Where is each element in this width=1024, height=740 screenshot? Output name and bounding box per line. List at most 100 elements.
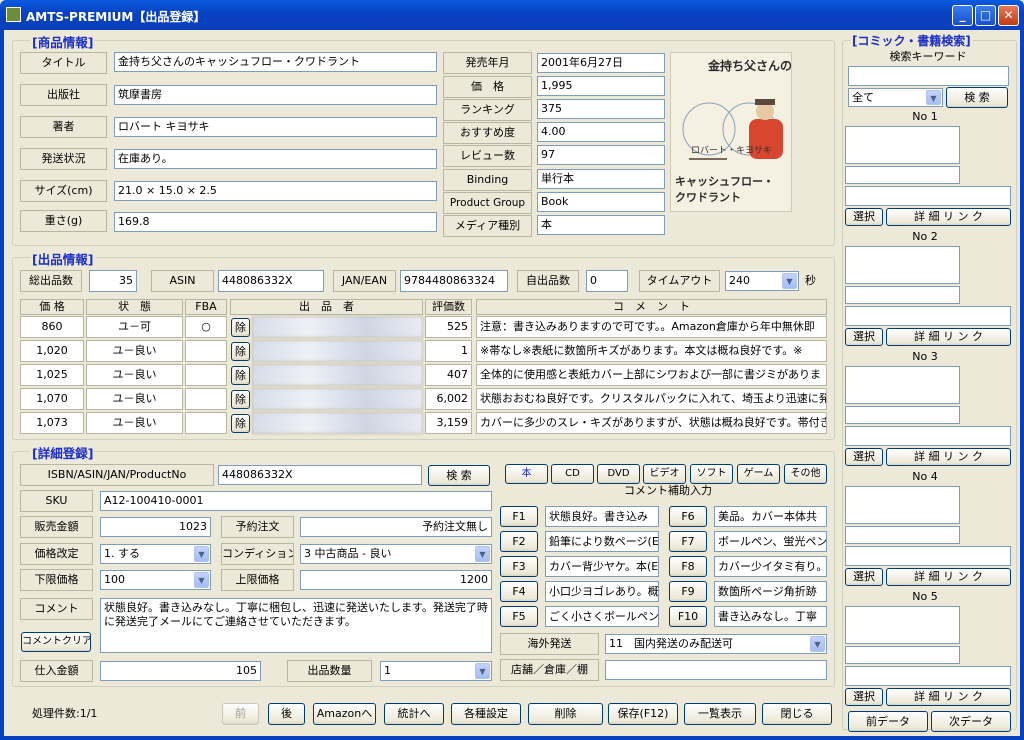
fkey-button-f10[interactable]: F10 — [669, 606, 707, 627]
fkey-button-f1[interactable]: F1 — [500, 506, 538, 527]
remove-seller-button[interactable]: 除 — [231, 318, 250, 337]
footer-button-9[interactable]: 閉じる — [762, 703, 832, 725]
category-button-4[interactable]: ビデオ — [643, 464, 686, 484]
next-data-button[interactable]: 次データ — [931, 711, 1011, 732]
filter-select[interactable]: 全て ▼ — [848, 88, 943, 107]
col-header-price: 価 格 — [20, 299, 84, 315]
release-field[interactable]: 2001年6月27日 — [537, 53, 665, 73]
condition-select[interactable]: 3 中古商品 - 良い ▼ — [300, 544, 492, 564]
result-number: No 3 — [912, 350, 938, 363]
isbn-field[interactable]: 448086332X — [218, 465, 422, 485]
result-detail-link-button[interactable]: 詳 細 リ ン ク — [886, 328, 1011, 346]
fkey-phrase[interactable]: 状態良好。書き込み — [545, 506, 659, 527]
prev-data-button[interactable]: 前データ — [848, 711, 928, 732]
sku-field[interactable]: A12-100410-0001 — [100, 491, 492, 511]
footer-button-3[interactable]: Amazonへ — [313, 703, 376, 725]
result-select-button[interactable]: 選択 — [845, 688, 883, 706]
result-detail-link-button[interactable]: 詳 細 リ ン ク — [886, 208, 1011, 226]
result-detail-link-button[interactable]: 詳 細 リ ン ク — [886, 568, 1011, 586]
comment-textarea[interactable]: 状態良好。書き込みなし。丁寧に梱包し、迅速に発送いたします。発送完了時に発送完了… — [100, 598, 492, 653]
sale-price-field[interactable]: 1023 — [100, 517, 211, 537]
minimize-button[interactable]: _ — [952, 5, 973, 26]
title-field[interactable]: 金持ち父さんのキャッシュフロー・クワドラント — [114, 52, 437, 72]
recommend-field[interactable]: 4.00 — [537, 122, 665, 142]
fkey-button-f6[interactable]: F6 — [669, 506, 707, 527]
cost-field[interactable]: 105 — [100, 661, 261, 681]
keyword-input[interactable] — [848, 66, 1009, 86]
footer-button-1[interactable]: 前 — [222, 703, 259, 725]
footer-button-2[interactable]: 後 — [268, 703, 305, 725]
fkey-button-f4[interactable]: F4 — [500, 581, 538, 602]
fkey-phrase[interactable]: ボールペン、蛍光ペン — [714, 531, 827, 552]
publisher-field[interactable]: 筑摩書房 — [114, 85, 437, 105]
result-select-button[interactable]: 選択 — [845, 568, 883, 586]
result-detail-link-button[interactable]: 詳 細 リ ン ク — [886, 688, 1011, 706]
footer-button-8[interactable]: 一覧表示 — [684, 703, 756, 725]
comment-clear-button[interactable]: コメントクリア — [21, 632, 91, 652]
price-revise-select[interactable]: 1. する ▼ — [100, 544, 211, 564]
quantity-select[interactable]: 1 ▼ — [380, 661, 492, 681]
store-field[interactable] — [605, 660, 827, 680]
category-button-5[interactable]: ソフト — [690, 464, 733, 484]
group-field[interactable]: Book — [537, 192, 665, 212]
binding-field[interactable]: 単行本 — [537, 169, 665, 189]
remove-seller-button[interactable]: 除 — [231, 366, 250, 385]
fkey-phrase[interactable]: 数箇所ページ角折跡 — [714, 581, 827, 602]
max-price-field[interactable]: 1200 — [300, 570, 492, 590]
own-listings-label: 自出品数 — [517, 270, 579, 292]
remove-seller-button[interactable]: 除 — [231, 390, 250, 409]
footer-button-6[interactable]: 削除 — [528, 703, 603, 725]
media-field[interactable]: 本 — [537, 215, 665, 235]
fkey-button-f2[interactable]: F2 — [500, 531, 538, 552]
min-price-select[interactable]: 100 ▼ — [100, 570, 211, 590]
fkey-phrase[interactable]: 美品。カバー本体共 — [714, 506, 827, 527]
weight-field[interactable]: 169.8 — [114, 212, 437, 232]
author-field[interactable]: ロバート キヨサキ — [114, 117, 437, 137]
fkey-phrase[interactable]: 書き込みなし。丁寧 — [714, 606, 827, 627]
category-button-6[interactable]: ゲーム — [737, 464, 780, 484]
fkey-button-f3[interactable]: F3 — [500, 556, 538, 577]
fkey-phrase[interactable]: ごく小さくボールペン( — [545, 606, 659, 627]
category-button-3[interactable]: DVD — [597, 464, 640, 484]
price-field[interactable]: 1,995 — [537, 76, 665, 96]
preorder-field[interactable]: 予約注文無し — [300, 517, 492, 537]
category-button-2[interactable]: CD — [551, 464, 594, 484]
shipping-field[interactable]: 在庫あり。 — [114, 149, 437, 169]
remove-seller-button[interactable]: 除 — [231, 414, 250, 433]
fkey-button-f7[interactable]: F7 — [669, 531, 707, 552]
fkey-phrase[interactable]: 鉛筆により数ページ(E — [545, 531, 659, 552]
reviews-field[interactable]: 97 — [537, 145, 665, 165]
remove-seller-button[interactable]: 除 — [231, 342, 250, 361]
fkey-button-f5[interactable]: F5 — [500, 606, 538, 627]
close-window-button[interactable]: ✕ — [998, 5, 1019, 26]
result-detail-link-button[interactable]: 詳 細 リ ン ク — [886, 448, 1011, 466]
size-field[interactable]: 21.0 × 15.0 × 2.5 — [114, 181, 437, 201]
chevron-down-icon: ▼ — [810, 636, 825, 652]
fkey-button-f8[interactable]: F8 — [669, 556, 707, 577]
total-listings-field[interactable]: 35 — [89, 270, 137, 292]
maximize-button[interactable]: □ — [975, 5, 996, 26]
fkey-phrase[interactable]: カバー少イタミ有り。ス — [714, 556, 827, 577]
fkey-phrase[interactable]: カバー背少ヤケ。本(E — [545, 556, 659, 577]
jan-field[interactable]: 9784480863324 — [400, 270, 508, 292]
fkey-button-f9[interactable]: F9 — [669, 581, 707, 602]
category-button-1[interactable]: 本 — [505, 464, 548, 484]
result-select-button[interactable]: 選択 — [845, 448, 883, 466]
timeout-select[interactable]: 240 ▼ — [725, 271, 799, 291]
category-button-7[interactable]: その他 — [784, 464, 827, 484]
keyword-label: 検索キーワード — [889, 50, 967, 63]
group-label: Product Group — [443, 192, 532, 214]
fkey-phrase[interactable]: 小口少ヨゴレあり。概 — [545, 581, 659, 602]
result-select-button[interactable]: 選択 — [845, 328, 883, 346]
detail-search-button[interactable]: 検 索 — [428, 465, 490, 486]
overseas-select[interactable]: 11 国内発送のみ配送可 ▼ — [605, 634, 827, 654]
ranking-field[interactable]: 375 — [537, 99, 665, 119]
footer-button-5[interactable]: 各種設定 — [451, 703, 521, 725]
asin-field[interactable]: 448086332X — [218, 270, 324, 292]
result-select-button[interactable]: 選択 — [845, 208, 883, 226]
panel-search-button[interactable]: 検 索 — [946, 87, 1008, 108]
own-listings-field[interactable]: 0 — [586, 270, 628, 292]
footer-button-4[interactable]: 統計へ — [384, 703, 444, 725]
footer-button-7[interactable]: 保存(F12) — [608, 703, 678, 725]
min-price-value: 100 — [104, 573, 125, 586]
